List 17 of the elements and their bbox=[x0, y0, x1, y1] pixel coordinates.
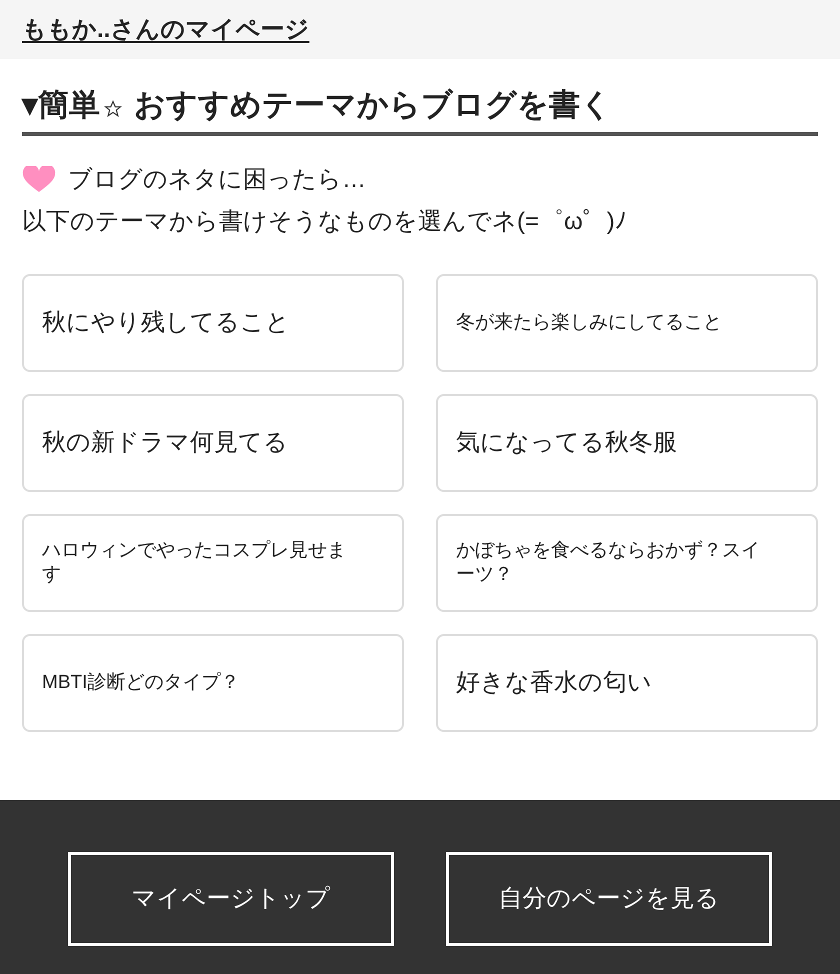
theme-card[interactable]: 秋にやり残してること bbox=[22, 274, 404, 372]
my-page-link[interactable]: ももか..さんのマイページ bbox=[22, 12, 310, 48]
intro-text: 以下のテーマから書けそうなものを選んでネ(=゜ω゜)ﾉ bbox=[22, 210, 628, 234]
heart-icon bbox=[22, 166, 56, 194]
section-heading: おすすめテーマからブログを書く bbox=[134, 89, 612, 120]
theme-card[interactable]: 好きな香水の匂い bbox=[436, 634, 818, 732]
footer-button[interactable]: 自分のページを見る bbox=[446, 852, 772, 946]
theme-card[interactable]: ハロウィンでやったコスプレ見せます bbox=[22, 514, 404, 612]
theme-card[interactable]: 気になってる秋冬服 bbox=[436, 394, 818, 492]
theme-card[interactable]: MBTI診断どのタイプ？ bbox=[22, 634, 404, 732]
theme-card[interactable]: 秋の新ドラマ何見てる bbox=[22, 394, 404, 492]
intro-text: ブログのネタに困ったら… bbox=[68, 165, 366, 195]
star-icon bbox=[104, 100, 122, 118]
theme-card[interactable]: かぼちゃを食べるならおかず？スイーツ？ bbox=[436, 514, 818, 612]
theme-card[interactable]: 冬が来たら楽しみにしてること bbox=[436, 274, 818, 372]
section-heading-label: ▾簡単 bbox=[22, 89, 100, 120]
footer-button[interactable]: マイページトップ bbox=[68, 852, 394, 946]
